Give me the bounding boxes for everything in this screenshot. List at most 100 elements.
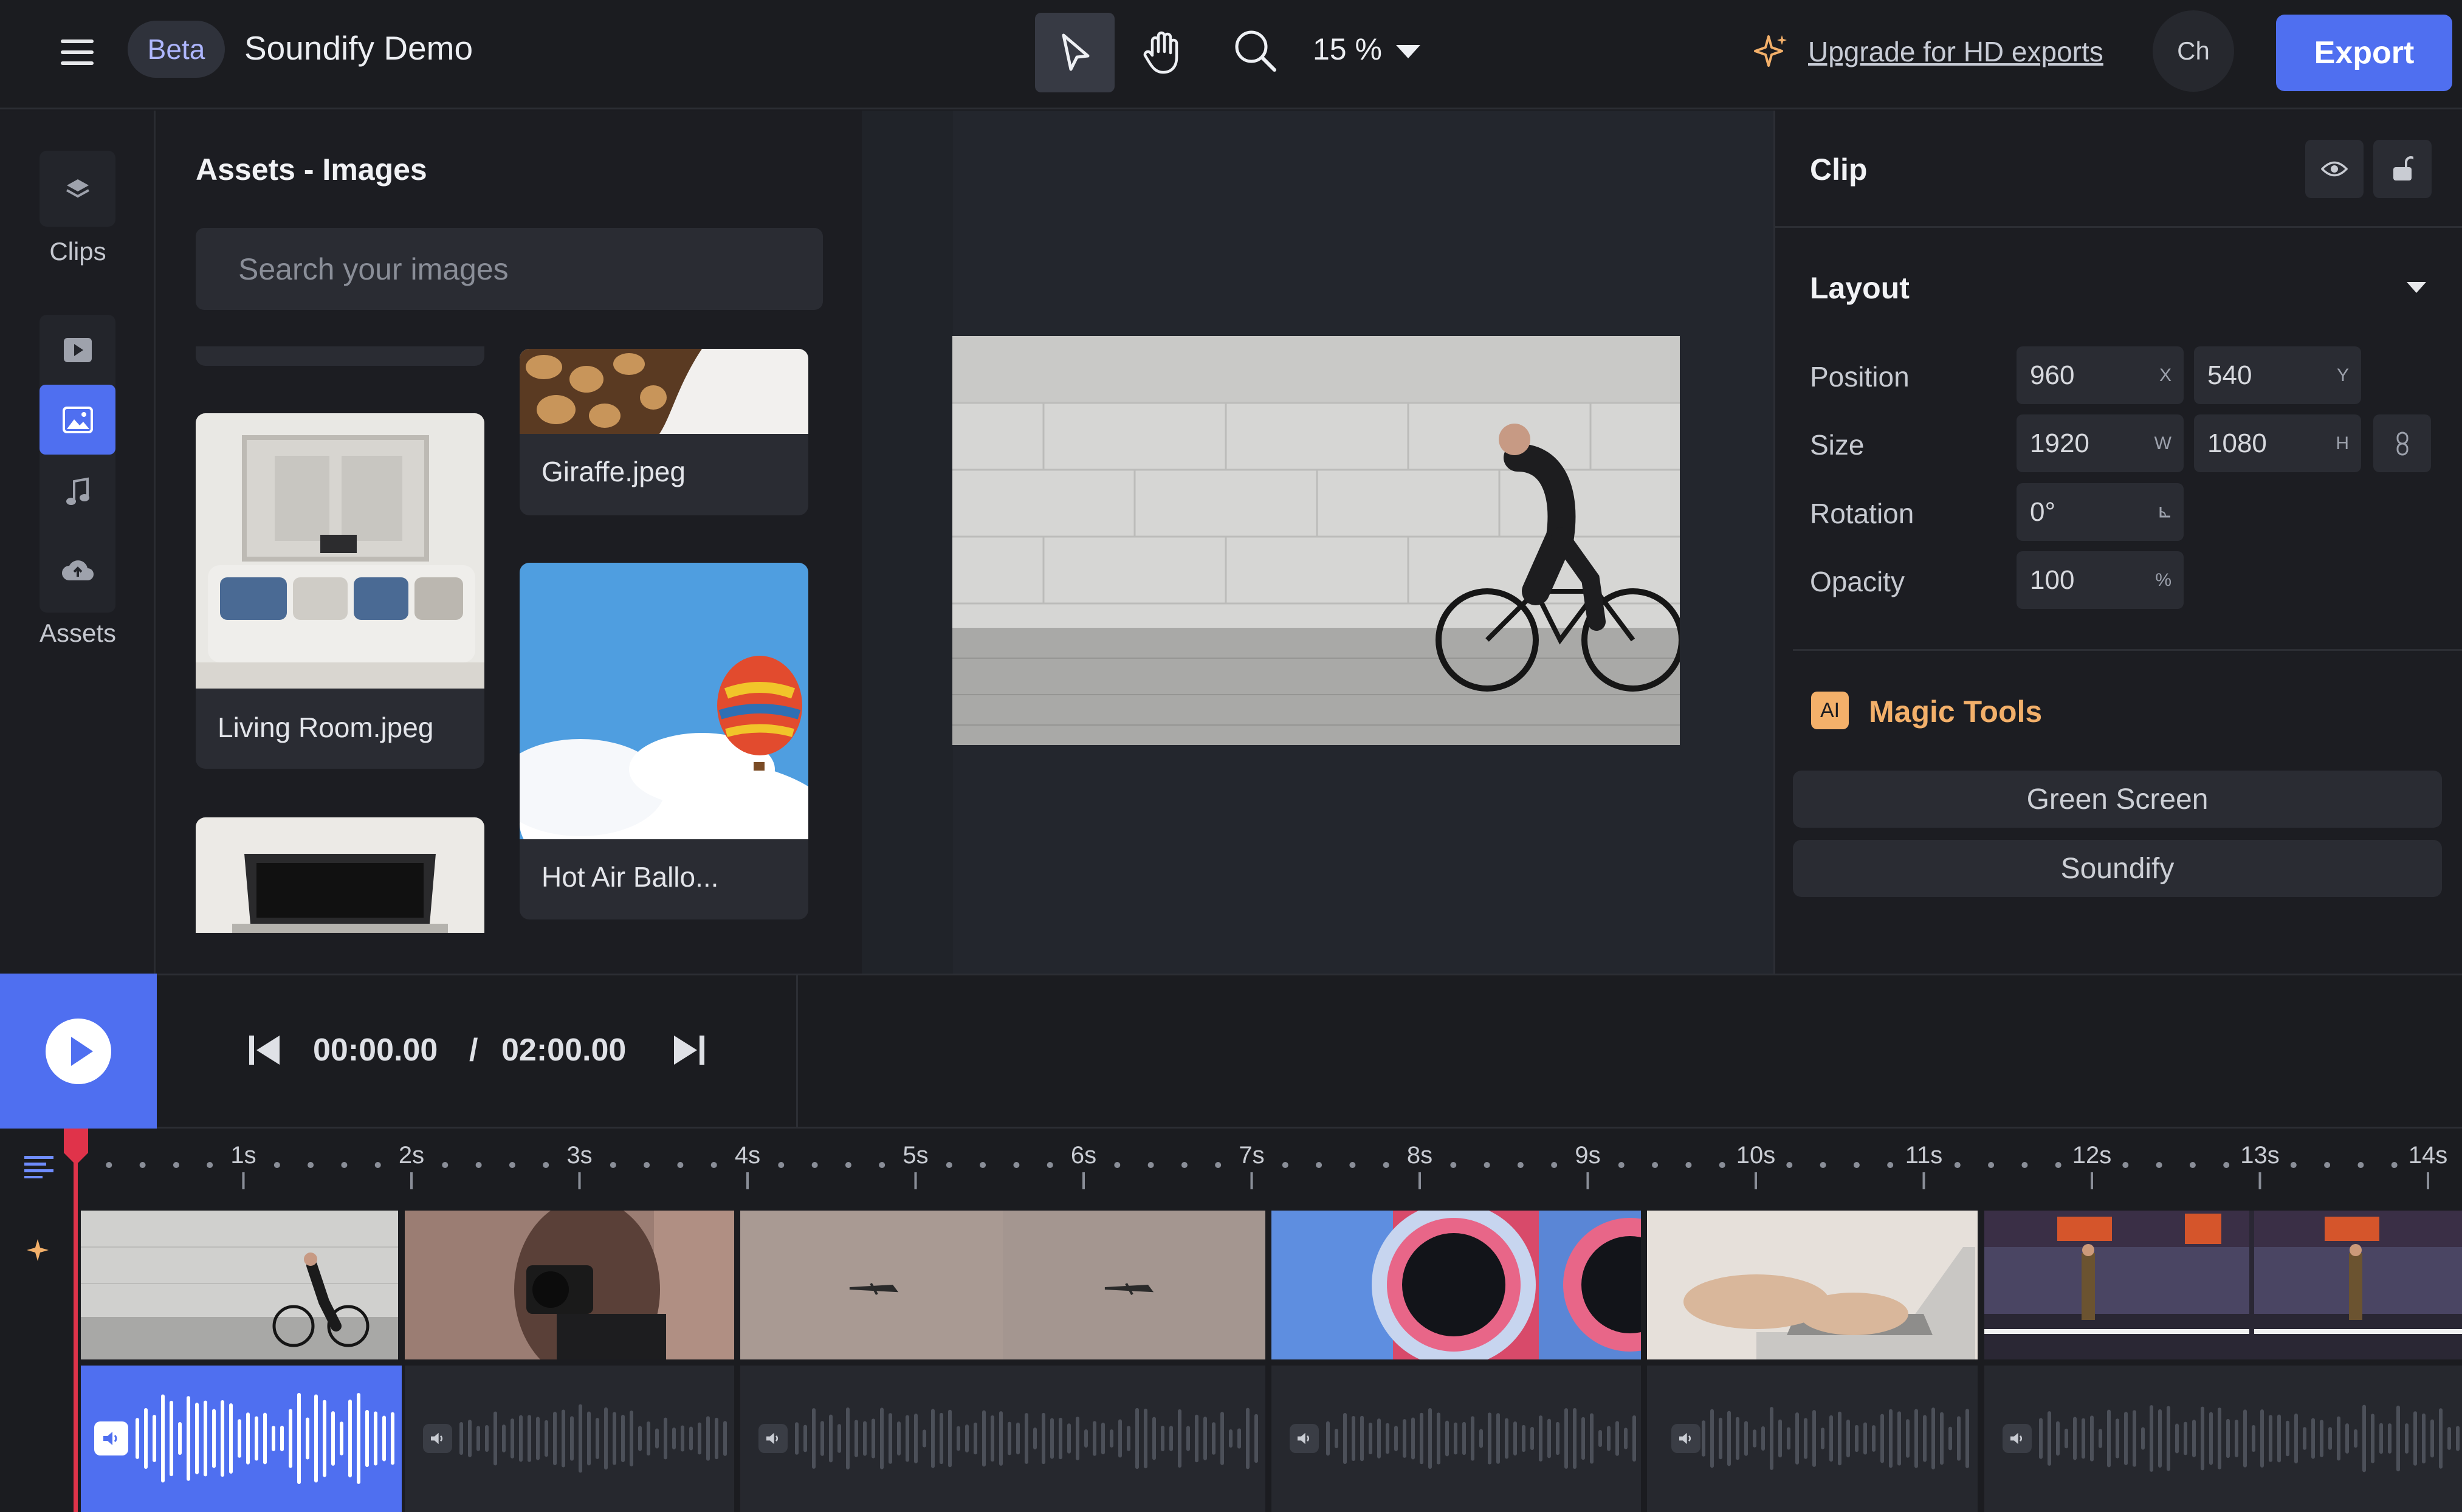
user-avatar[interactable]: Ch: [2153, 10, 2234, 92]
lock-toggle-button[interactable]: [2373, 140, 2432, 198]
rail-audio-button[interactable]: [40, 457, 115, 527]
waveform-bar: [880, 1407, 884, 1469]
video-clip-washing-machine[interactable]: [1271, 1211, 1641, 1359]
video-clip-laptop-typing[interactable]: [1647, 1211, 1978, 1359]
speaker-icon[interactable]: [1671, 1424, 1700, 1453]
waveform-bar: [872, 1418, 875, 1459]
skip-to-end-icon[interactable]: [672, 1034, 706, 1066]
play-button[interactable]: [0, 974, 157, 1129]
percent-unit: %: [2155, 569, 2171, 590]
rail-upload-button[interactable]: [40, 535, 115, 605]
skip-to-start-icon[interactable]: [248, 1034, 282, 1066]
ruler-tick-label: 13s: [2240, 1142, 2280, 1169]
audio-track[interactable]: [405, 1366, 734, 1512]
hamburger-menu-icon[interactable]: [58, 35, 96, 70]
waveform-bar: [1195, 1414, 1198, 1463]
clips-button[interactable]: [40, 151, 115, 227]
zoom-search-icon[interactable]: [1231, 26, 1279, 75]
waveform-bar: [1008, 1421, 1011, 1455]
soundify-button[interactable]: Soundify: [1793, 840, 2442, 897]
waveform-bar: [1135, 1407, 1139, 1469]
playhead-line[interactable]: [74, 1129, 78, 1512]
ruler-dot: [1618, 1162, 1625, 1168]
image-search-input[interactable]: Search your images: [196, 228, 823, 310]
waveform-bar: [1795, 1412, 1799, 1465]
waveform-bar: [528, 1415, 531, 1462]
video-clip-airplane[interactable]: [740, 1211, 1265, 1359]
cyclist-preview-image: [952, 336, 1680, 745]
speaker-icon[interactable]: [2003, 1424, 2032, 1453]
zoom-dropdown-chevron-icon[interactable]: [1395, 44, 1422, 60]
visibility-toggle-button[interactable]: [2305, 140, 2364, 198]
image-card-giraffe[interactable]: Giraffe.jpeg: [520, 349, 808, 515]
video-clip-photographer[interactable]: [405, 1211, 734, 1359]
position-y-field[interactable]: 540 Y: [2194, 346, 2361, 404]
video-clip-subway[interactable]: [1984, 1211, 2462, 1359]
speaker-icon[interactable]: [1290, 1424, 1319, 1453]
waveform-bar: [1462, 1421, 1466, 1455]
size-height-field[interactable]: 1080 H: [2194, 414, 2361, 472]
waveform-bar: [1513, 1421, 1517, 1456]
project-title[interactable]: Soundify Demo: [244, 29, 473, 67]
rail-videos-button[interactable]: [40, 315, 115, 385]
hand-tool-button[interactable]: [1123, 13, 1203, 92]
waveform-bar: [1488, 1412, 1491, 1465]
video-clip-cyclist[interactable]: [81, 1211, 398, 1359]
waveform-bar: [1736, 1417, 1739, 1460]
waveform-bar: [940, 1412, 943, 1465]
aspect-lock-button[interactable]: [2373, 414, 2431, 472]
upgrade-link[interactable]: Upgrade for HD exports: [1808, 35, 2103, 68]
export-button[interactable]: Export: [2276, 15, 2452, 91]
clips-label: Clips: [49, 237, 106, 266]
ai-badge: AI: [1811, 692, 1849, 729]
position-x-field[interactable]: 960 X: [2017, 346, 2184, 404]
opacity-field[interactable]: 100%: [2017, 551, 2184, 609]
audio-track-active[interactable]: [81, 1366, 402, 1512]
waveform-bar: [1033, 1428, 1037, 1449]
playhead-handle[interactable]: [64, 1129, 88, 1165]
speaker-icon[interactable]: [423, 1424, 452, 1453]
audio-track[interactable]: [740, 1366, 1265, 1512]
waveform-bar: [2082, 1418, 2085, 1459]
ruler-dot: [2391, 1162, 2398, 1168]
ruler-dot: [1114, 1162, 1121, 1168]
waveform-bar: [314, 1394, 318, 1483]
image-card-partial[interactable]: [196, 346, 484, 366]
ruler-dot: [2122, 1162, 2129, 1168]
waveform-bar: [1624, 1428, 1628, 1449]
timeline-ruler[interactable]: [0, 1129, 2462, 1211]
waveform-bar: [2218, 1407, 2221, 1469]
ruler-dot: [1517, 1162, 1524, 1168]
layout-section-title[interactable]: Layout: [1810, 270, 1910, 306]
rail-images-button[interactable]: [40, 385, 115, 455]
waveform-bar: [2235, 1420, 2238, 1457]
waveform-bar: [931, 1409, 935, 1468]
waveform-bar: [1753, 1429, 1756, 1448]
image-card-label: Hot Air Ballo...: [542, 861, 719, 893]
layout-collapse-chevron-icon[interactable]: [2405, 281, 2427, 294]
green-screen-button[interactable]: Green Screen: [1793, 771, 2442, 828]
audio-track[interactable]: [1271, 1366, 1641, 1512]
magic-sparkle-icon[interactable]: [26, 1237, 53, 1265]
speaker-icon[interactable]: [94, 1421, 128, 1455]
audio-track[interactable]: [1984, 1366, 2462, 1512]
ruler-dot: [173, 1162, 179, 1168]
image-card-living-room[interactable]: Living Room.jpeg: [196, 413, 484, 769]
zoom-level[interactable]: 15 %: [1313, 32, 1382, 67]
waveform-bar: [1152, 1417, 1156, 1460]
speaker-icon[interactable]: [758, 1424, 788, 1453]
waveform-bar: [837, 1424, 841, 1453]
waveform-bar: [923, 1429, 926, 1448]
size-width-field[interactable]: 1920 W: [2017, 414, 2184, 472]
waveform-bar: [153, 1415, 156, 1462]
rotation-field[interactable]: 0°: [2017, 483, 2184, 541]
image-card-laptop[interactable]: [196, 817, 484, 933]
waveform-bar: [374, 1411, 377, 1466]
preview-frame[interactable]: [952, 336, 1680, 745]
select-tool-button[interactable]: [1035, 13, 1115, 92]
audio-track[interactable]: [1647, 1366, 1978, 1512]
ruler-dot: [1551, 1162, 1558, 1168]
ruler-dot: [442, 1162, 449, 1168]
waveform-bar: [2252, 1424, 2255, 1452]
image-card-hot-air-balloon[interactable]: Hot Air Ballo...: [520, 563, 808, 919]
